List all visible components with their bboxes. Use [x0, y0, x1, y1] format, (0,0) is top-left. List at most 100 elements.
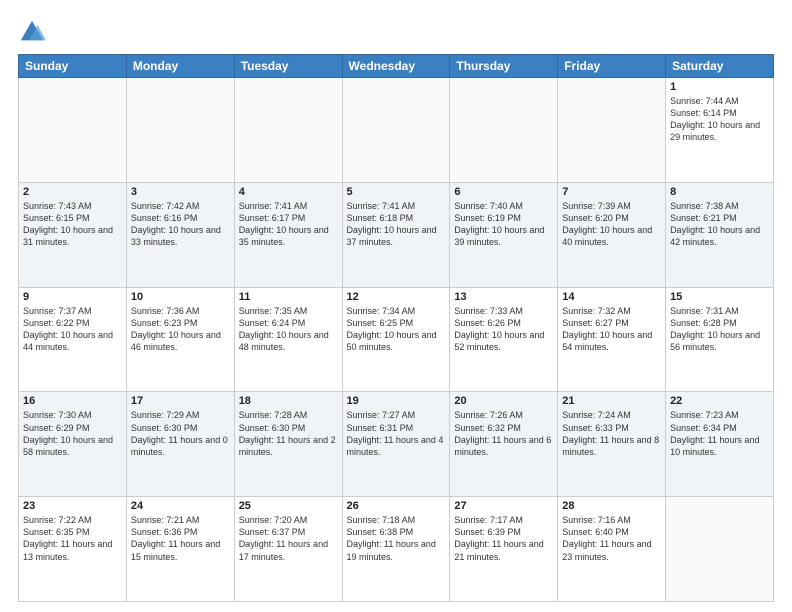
day-number: 13 [454, 291, 553, 303]
day-number: 21 [562, 395, 661, 407]
day-number: 9 [23, 291, 122, 303]
day-number: 24 [131, 500, 230, 512]
day-info: Sunrise: 7:28 AM Sunset: 6:30 PM Dayligh… [239, 409, 338, 458]
weekday-header-tuesday: Tuesday [234, 55, 342, 78]
calendar-cell: 17 Sunrise: 7:29 AM Sunset: 6:30 PM Dayli… [126, 392, 234, 497]
calendar-cell: 5 Sunrise: 7:41 AM Sunset: 6:18 PM Daylig… [342, 182, 450, 287]
week-row-3: 16Sunrise: 7:30 AM Sunset: 6:29 PM Dayli… [19, 392, 774, 497]
calendar-cell: 21 Sunrise: 7:24 AM Sunset: 6:33 PM Dayli… [558, 392, 666, 497]
day-info: Sunrise: 7:21 AM Sunset: 6:36 PM Dayligh… [131, 514, 230, 563]
day-info: Sunrise: 7:17 AM Sunset: 6:39 PM Dayligh… [454, 514, 553, 563]
calendar-cell: 11 Sunrise: 7:35 AM Sunset: 6:24 PM Dayli… [234, 287, 342, 392]
calendar-cell: 23 Sunrise: 7:22 AM Sunset: 6:35 PM Dayli… [19, 497, 127, 602]
day-number: 8 [670, 186, 769, 198]
day-number: 18 [239, 395, 338, 407]
calendar-cell: 1 Sunrise: 7:44 AM Sunset: 6:14 PM Daylig… [666, 78, 774, 183]
day-number: 25 [239, 500, 338, 512]
day-info: Sunrise: 7:31 AM Sunset: 6:28 PM Dayligh… [670, 305, 769, 354]
weekday-header-saturday: Saturday [666, 55, 774, 78]
day-number: 3 [131, 186, 230, 198]
logo-icon [18, 18, 46, 46]
calendar-cell: 13 Sunrise: 7:33 AM Sunset: 6:26 PM Dayli… [450, 287, 558, 392]
calendar-cell [126, 78, 234, 183]
calendar-cell: 14Sunrise: 7:32 AM Sunset: 6:27 PM Dayli… [558, 287, 666, 392]
logo [18, 18, 48, 46]
day-info: Sunrise: 7:43 AM Sunset: 6:15 PM Dayligh… [23, 200, 122, 249]
day-number: 2 [23, 186, 122, 198]
day-info: Sunrise: 7:34 AM Sunset: 6:25 PM Dayligh… [347, 305, 446, 354]
day-info: Sunrise: 7:35 AM Sunset: 6:24 PM Dayligh… [239, 305, 338, 354]
day-number: 11 [239, 291, 338, 303]
calendar-cell: 19Sunrise: 7:27 AM Sunset: 6:31 PM Dayli… [342, 392, 450, 497]
calendar-cell: 22 Sunrise: 7:23 AM Sunset: 6:34 PM Dayli… [666, 392, 774, 497]
day-info: Sunrise: 7:37 AM Sunset: 6:22 PM Dayligh… [23, 305, 122, 354]
day-info: Sunrise: 7:29 AM Sunset: 6:30 PM Dayligh… [131, 409, 230, 458]
day-info: Sunrise: 7:33 AM Sunset: 6:26 PM Dayligh… [454, 305, 553, 354]
weekday-header-wednesday: Wednesday [342, 55, 450, 78]
calendar-cell [558, 78, 666, 183]
calendar-cell [450, 78, 558, 183]
calendar-cell: 9 Sunrise: 7:37 AM Sunset: 6:22 PM Daylig… [19, 287, 127, 392]
day-info: Sunrise: 7:26 AM Sunset: 6:32 PM Dayligh… [454, 409, 553, 458]
calendar-cell: 2 Sunrise: 7:43 AM Sunset: 6:15 PM Daylig… [19, 182, 127, 287]
day-info: Sunrise: 7:20 AM Sunset: 6:37 PM Dayligh… [239, 514, 338, 563]
calendar-cell: 16Sunrise: 7:30 AM Sunset: 6:29 PM Dayli… [19, 392, 127, 497]
day-info: Sunrise: 7:24 AM Sunset: 6:33 PM Dayligh… [562, 409, 661, 458]
day-number: 28 [562, 500, 661, 512]
day-number: 19 [347, 395, 446, 407]
calendar-cell: 24 Sunrise: 7:21 AM Sunset: 6:36 PM Dayli… [126, 497, 234, 602]
day-number: 1 [670, 81, 769, 93]
day-info: Sunrise: 7:39 AM Sunset: 6:20 PM Dayligh… [562, 200, 661, 249]
page: SundayMondayTuesdayWednesdayThursdayFrid… [0, 0, 792, 612]
weekday-header-thursday: Thursday [450, 55, 558, 78]
calendar-cell: 25 Sunrise: 7:20 AM Sunset: 6:37 PM Dayli… [234, 497, 342, 602]
day-info: Sunrise: 7:23 AM Sunset: 6:34 PM Dayligh… [670, 409, 769, 458]
day-info: Sunrise: 7:18 AM Sunset: 6:38 PM Dayligh… [347, 514, 446, 563]
weekday-header-monday: Monday [126, 55, 234, 78]
day-number: 10 [131, 291, 230, 303]
weekday-header-friday: Friday [558, 55, 666, 78]
calendar-cell: 3 Sunrise: 7:42 AM Sunset: 6:16 PM Daylig… [126, 182, 234, 287]
weekday-header-row: SundayMondayTuesdayWednesdayThursdayFrid… [19, 55, 774, 78]
day-info: Sunrise: 7:40 AM Sunset: 6:19 PM Dayligh… [454, 200, 553, 249]
day-info: Sunrise: 7:41 AM Sunset: 6:18 PM Dayligh… [347, 200, 446, 249]
calendar-cell [342, 78, 450, 183]
header [18, 18, 774, 46]
calendar-cell [234, 78, 342, 183]
day-number: 7 [562, 186, 661, 198]
calendar-cell: 4 Sunrise: 7:41 AM Sunset: 6:17 PM Daylig… [234, 182, 342, 287]
calendar-table: SundayMondayTuesdayWednesdayThursdayFrid… [18, 54, 774, 602]
weekday-header-sunday: Sunday [19, 55, 127, 78]
calendar-cell [666, 497, 774, 602]
day-number: 15 [670, 291, 769, 303]
calendar-cell: 6 Sunrise: 7:40 AM Sunset: 6:19 PM Daylig… [450, 182, 558, 287]
calendar-cell: 27 Sunrise: 7:17 AM Sunset: 6:39 PM Dayli… [450, 497, 558, 602]
day-info: Sunrise: 7:44 AM Sunset: 6:14 PM Dayligh… [670, 95, 769, 144]
day-info: Sunrise: 7:16 AM Sunset: 6:40 PM Dayligh… [562, 514, 661, 563]
week-row-0: 1 Sunrise: 7:44 AM Sunset: 6:14 PM Daylig… [19, 78, 774, 183]
day-number: 27 [454, 500, 553, 512]
calendar-cell: 26Sunrise: 7:18 AM Sunset: 6:38 PM Dayli… [342, 497, 450, 602]
day-number: 5 [347, 186, 446, 198]
day-number: 17 [131, 395, 230, 407]
calendar-cell: 8 Sunrise: 7:38 AM Sunset: 6:21 PM Daylig… [666, 182, 774, 287]
day-number: 4 [239, 186, 338, 198]
day-number: 16 [23, 395, 122, 407]
day-info: Sunrise: 7:22 AM Sunset: 6:35 PM Dayligh… [23, 514, 122, 563]
day-number: 23 [23, 500, 122, 512]
day-number: 14 [562, 291, 661, 303]
calendar-cell: 12 Sunrise: 7:34 AM Sunset: 6:25 PM Dayli… [342, 287, 450, 392]
calendar-cell: 15 Sunrise: 7:31 AM Sunset: 6:28 PM Dayli… [666, 287, 774, 392]
calendar-cell: 20 Sunrise: 7:26 AM Sunset: 6:32 PM Dayli… [450, 392, 558, 497]
calendar-cell [19, 78, 127, 183]
day-number: 20 [454, 395, 553, 407]
calendar-cell: 10 Sunrise: 7:36 AM Sunset: 6:23 PM Dayli… [126, 287, 234, 392]
day-info: Sunrise: 7:42 AM Sunset: 6:16 PM Dayligh… [131, 200, 230, 249]
week-row-2: 9 Sunrise: 7:37 AM Sunset: 6:22 PM Daylig… [19, 287, 774, 392]
day-info: Sunrise: 7:38 AM Sunset: 6:21 PM Dayligh… [670, 200, 769, 249]
day-number: 6 [454, 186, 553, 198]
day-info: Sunrise: 7:36 AM Sunset: 6:23 PM Dayligh… [131, 305, 230, 354]
day-number: 12 [347, 291, 446, 303]
day-number: 22 [670, 395, 769, 407]
day-info: Sunrise: 7:41 AM Sunset: 6:17 PM Dayligh… [239, 200, 338, 249]
